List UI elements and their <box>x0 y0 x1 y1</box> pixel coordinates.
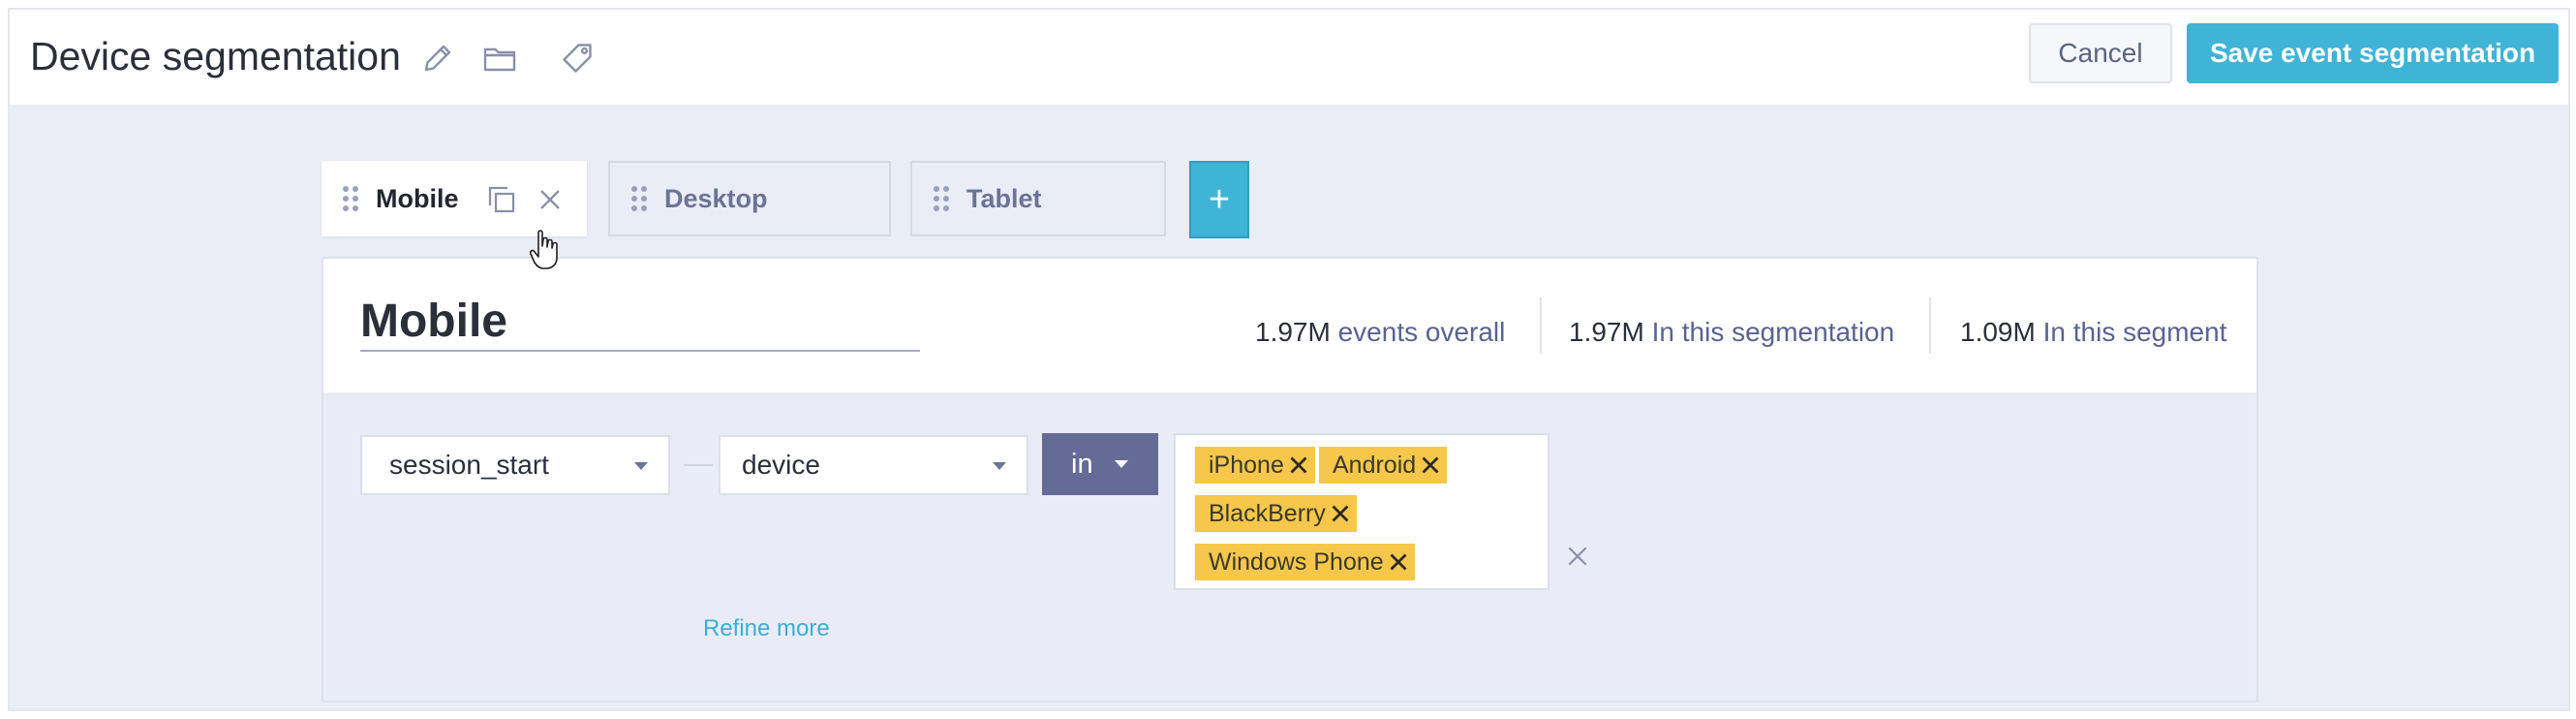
caret-down-icon <box>633 461 649 471</box>
folder-icon[interactable] <box>482 41 517 76</box>
drag-handle-icon[interactable] <box>932 184 951 213</box>
hand-cursor-icon <box>529 229 562 271</box>
cancel-button[interactable]: Cancel <box>2029 23 2172 83</box>
caret-down-icon <box>992 461 1007 471</box>
remove-chip-icon[interactable] <box>1390 553 1407 571</box>
close-icon[interactable] <box>533 182 567 217</box>
tag-icon[interactable] <box>560 41 595 76</box>
rule-connector <box>684 464 713 466</box>
stat-in-segmentation: 1.97M In this segmentation <box>1569 317 1894 348</box>
value-chip: iPhone <box>1195 447 1315 484</box>
remove-chip-icon[interactable] <box>1290 456 1307 474</box>
operator-select[interactable]: in <box>1042 433 1158 495</box>
tab-desktop[interactable]: Desktop <box>608 161 891 236</box>
remove-chip-icon[interactable] <box>1422 456 1439 474</box>
chip-label: Windows Phone <box>1209 547 1384 576</box>
save-event-segmentation-button[interactable]: Save event segmentation <box>2187 23 2559 83</box>
page-title: Device segmentation <box>30 34 401 78</box>
stat-value: 1.09M <box>1960 317 2036 347</box>
stat-value: 1.97M <box>1255 317 1331 347</box>
drag-handle-icon[interactable] <box>341 184 360 213</box>
segment-header: Mobile 1.97M events overall 1.97M In thi… <box>323 259 2256 392</box>
tab-label: Tablet <box>966 183 1042 213</box>
stat-in-segment: 1.09M In this segment <box>1960 317 2226 348</box>
event-select[interactable]: session_start <box>360 435 670 495</box>
stat-label: In this segment <box>2042 317 2227 347</box>
refine-more-link[interactable]: Refine more <box>703 615 830 642</box>
header-bar: Device segmentation Cancel Save event se… <box>10 10 2568 105</box>
property-select[interactable]: device <box>719 435 1028 495</box>
app-window: Device segmentation Cancel Save event se… <box>8 8 2570 711</box>
operator-value: in <box>1071 448 1093 480</box>
chip-label: iPhone <box>1209 451 1284 479</box>
stat-label: In this segmentation <box>1651 317 1895 347</box>
pencil-icon[interactable] <box>420 41 455 76</box>
segment-name-input[interactable]: Mobile <box>360 296 920 352</box>
caret-down-icon <box>1114 459 1129 469</box>
tab-tablet[interactable]: Tablet <box>910 161 1166 236</box>
remove-rule-icon[interactable] <box>1565 544 1590 569</box>
event-select-value: session_start <box>389 450 549 480</box>
chip-label: Android <box>1333 451 1417 479</box>
stat-divider <box>1929 297 1931 354</box>
drag-handle-icon[interactable] <box>629 184 649 213</box>
tab-mobile[interactable]: Mobile <box>322 161 587 236</box>
property-select-value: device <box>742 450 820 480</box>
value-chip: Windows Phone <box>1195 544 1415 580</box>
segment-panel: Mobile 1.97M events overall 1.97M In thi… <box>322 257 2258 703</box>
stat-value: 1.97M <box>1569 317 1644 347</box>
value-chip: BlackBerry <box>1195 495 1357 532</box>
value-chip: Android <box>1319 447 1448 484</box>
stat-events-overall: 1.97M events overall <box>1255 317 1505 348</box>
chip-label: BlackBerry <box>1209 499 1326 527</box>
tab-label: Mobile <box>376 183 459 213</box>
remove-chip-icon[interactable] <box>1332 505 1349 522</box>
tab-label: Desktop <box>664 183 768 213</box>
stat-label: events overall <box>1337 317 1506 347</box>
values-multiselect[interactable]: iPhone Android BlackBerry Windows Phone <box>1174 433 1549 590</box>
add-tab-button[interactable]: + <box>1189 161 1249 238</box>
duplicate-icon[interactable] <box>484 182 519 217</box>
stat-divider <box>1540 297 1542 354</box>
